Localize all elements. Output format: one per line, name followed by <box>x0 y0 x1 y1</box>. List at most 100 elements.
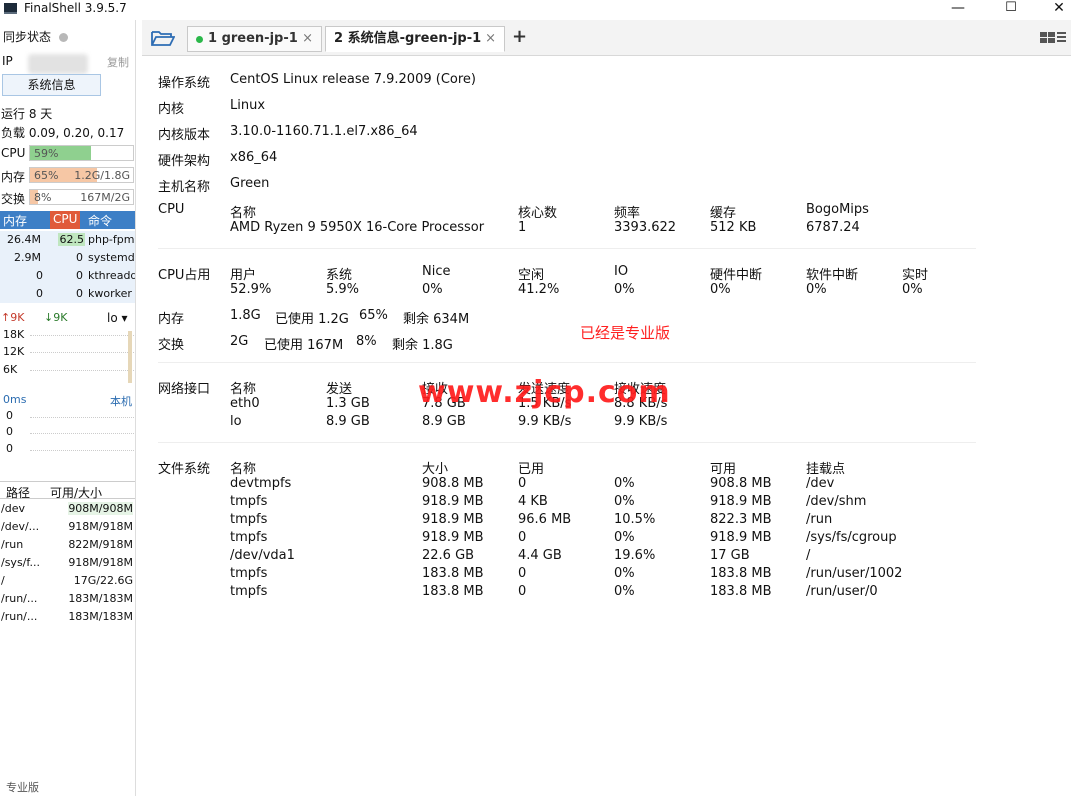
watermark: www.zjcp.com <box>418 375 671 410</box>
uptime: 运行 8 天 <box>1 107 53 121</box>
cpu-usage-header: Nice <box>422 264 451 279</box>
process-row[interactable]: 0 0 kthreadd <box>0 267 135 285</box>
fs-cell: /dev <box>806 476 835 491</box>
fs-cell: 10.5% <box>614 512 656 527</box>
fs-cell: 0% <box>614 476 635 491</box>
net-tick: 18K <box>3 328 25 341</box>
ip-value-blurred <box>28 54 88 74</box>
net-graph-gridline <box>30 352 134 353</box>
copy-ip-link[interactable]: 复制 <box>107 54 129 70</box>
swap-total: 2G <box>230 334 249 349</box>
cpu-header: 缓存 <box>710 206 737 221</box>
hostname-value: Green <box>230 176 270 191</box>
close-button[interactable]: ✕ <box>1036 1 1071 22</box>
process-row[interactable]: 2.9M 0 systemd <box>0 249 135 267</box>
fs-cell: 183.8 MB <box>422 566 484 581</box>
fs-cell: 183.8 MB <box>710 584 772 599</box>
cpu-header: 频率 <box>614 206 641 221</box>
tab-label: 2 系统信息-green-jp-1 <box>334 31 482 46</box>
fs-cell: 0 <box>518 584 527 599</box>
cpu-meter: 59% <box>29 145 134 161</box>
layout-grid-icon[interactable] <box>1040 32 1066 44</box>
fs-size: 822M/918M <box>68 538 133 551</box>
kernel-version-value: 3.10.0-1160.71.1.el7.x86_64 <box>230 124 418 139</box>
fs-row[interactable]: / 17G/22.6G <box>0 572 135 590</box>
ip-label: IP <box>2 54 13 68</box>
fs-cell: 822.3 MB <box>710 512 772 527</box>
cpu-value: 512 KB <box>710 220 757 235</box>
swap-used: 已使用 167M <box>264 338 344 353</box>
fs-cell: /run <box>806 512 833 527</box>
fs-row[interactable]: /run/... 183M/183M <box>0 590 135 608</box>
sysinfo-button[interactable]: 系统信息 <box>2 74 101 96</box>
fs-header-size[interactable]: 可用/大小 <box>50 484 102 501</box>
fs-row[interactable]: /run 822M/918M <box>0 536 135 554</box>
hostname-label: 主机名称 <box>158 180 211 195</box>
net-graph-bar <box>128 331 132 383</box>
fs-row[interactable]: /sys/f... 918M/918M <box>0 554 135 572</box>
cpu-usage-header: 硬件中断 <box>710 268 763 283</box>
minimize-button[interactable]: — <box>935 1 981 22</box>
connected-dot-icon <box>196 36 203 43</box>
fs-path: /run/... <box>1 610 38 623</box>
net-cell: eth0 <box>230 396 260 411</box>
fs-row[interactable]: /dev 908M/908M <box>0 500 135 518</box>
fs-size: 918M/918M <box>68 520 133 533</box>
fs-header-path[interactable]: 路径 <box>6 484 30 501</box>
latency-gridline <box>30 450 134 451</box>
process-row[interactable]: 26.4M 62.5 php-fpm <box>0 231 135 249</box>
fs-cell: 22.6 GB <box>422 548 475 563</box>
fs-header: 大小 <box>422 462 449 477</box>
net-down-rate: ↓9K <box>44 311 68 324</box>
folder-open-icon[interactable] <box>151 29 175 47</box>
proc-cmd: php-fpm <box>88 233 135 246</box>
window-title: FinalShell 3.9.5.7 <box>24 1 127 15</box>
fs-table-header: 路径 可用/大小 <box>0 481 135 501</box>
mem-label: 内存 <box>158 312 185 327</box>
mem-total: 1.8G <box>230 308 261 323</box>
fs-section-label: 文件系统 <box>158 462 211 477</box>
net-iface-select[interactable]: lo ▾ <box>107 311 128 325</box>
title-bar: FinalShell 3.9.5.7 — ☐ ✕ <box>0 0 1071 20</box>
cpu-value: 6787.24 <box>806 220 860 235</box>
cpu-header: BogoMips <box>806 202 869 217</box>
fs-row[interactable]: /run/... 183M/183M <box>0 608 135 626</box>
tab-close-icon[interactable]: × <box>485 27 496 51</box>
fs-cell: tmpfs <box>230 512 268 527</box>
swap-meter-value: 8% <box>34 191 52 204</box>
proc-mem: 0 <box>36 269 43 282</box>
process-table-header: 内存 CPU 命令 <box>0 211 135 229</box>
divider <box>158 442 976 443</box>
latency-host[interactable]: 本机 <box>110 393 132 409</box>
add-tab-button[interactable]: + <box>512 26 527 47</box>
mem-meter-label: 内存 <box>1 170 26 184</box>
proc-cpu: 0 <box>76 251 83 264</box>
sync-status: 同步状态 <box>3 28 69 45</box>
tab-sysinfo[interactable]: 2 系统信息-green-jp-1 × <box>325 26 505 52</box>
proc-cmd: systemd <box>88 251 135 264</box>
fs-cell: 19.6% <box>614 548 656 563</box>
swap-free: 剩余 1.8G <box>392 338 453 353</box>
proc-header-mem[interactable]: 内存 <box>3 212 27 229</box>
proc-cpu: 62.5 <box>58 233 85 246</box>
fs-cell: / <box>806 548 811 563</box>
pro-edition-note: 已经是专业版 <box>580 324 671 342</box>
proc-header-cmd[interactable]: 命令 <box>88 212 112 229</box>
cpu-usage-value: 0% <box>422 282 443 297</box>
fs-row[interactable]: /dev/... 918M/918M <box>0 518 135 536</box>
proc-header-cpu[interactable]: CPU <box>50 211 81 229</box>
load-average: 负载 0.09, 0.20, 0.17 <box>1 126 125 140</box>
fs-cell: 918.9 MB <box>422 530 484 545</box>
fs-cell: 918.9 MB <box>710 494 772 509</box>
tab-green-jp-1[interactable]: 1 green-jp-1 × <box>187 26 322 52</box>
sync-label: 同步状态 <box>3 30 52 44</box>
proc-cmd: kthreadd <box>88 269 135 282</box>
maximize-button[interactable]: ☐ <box>988 1 1034 22</box>
net-cell: 8.9 GB <box>422 414 466 429</box>
fs-header: 已用 <box>518 462 545 477</box>
fs-header: 挂载点 <box>806 462 846 477</box>
process-row[interactable]: 0 0 kworker <box>0 285 135 303</box>
mem-meter-detail: 1.2G/1.8G <box>74 169 130 182</box>
cpu-usage-value: 0% <box>710 282 731 297</box>
tab-close-icon[interactable]: × <box>302 27 313 51</box>
